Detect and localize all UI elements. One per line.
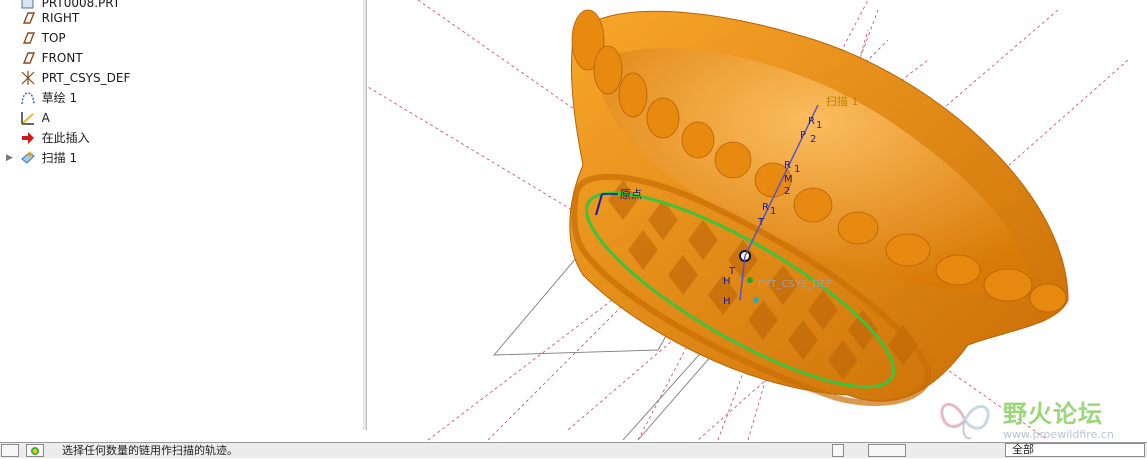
status-indicator[interactable] xyxy=(868,444,906,457)
status-bar: 选择任何数量的链用作扫描的轨迹。 全部 xyxy=(0,442,1147,458)
tree-item-csys[interactable]: PRT_CSYS_DEF xyxy=(6,69,130,87)
csys-icon xyxy=(21,71,35,85)
sweep-label: 扫描 1 xyxy=(826,94,859,108)
tree-item-label: 草绘 1 xyxy=(41,91,78,105)
csys-marker xyxy=(747,277,753,283)
constraint-1c: 1 xyxy=(770,206,776,217)
constraint-p2: P xyxy=(800,130,806,141)
datum-plane-icon xyxy=(22,52,35,64)
origin-label: 原点 xyxy=(620,188,642,201)
constraint-r1: R xyxy=(808,116,815,127)
navigator-icon xyxy=(31,447,39,455)
model-tree-panel: PRT0008.PRT RIGHT TOP FRONT PRT_CSYS_DEF… xyxy=(0,0,367,430)
forum-watermark: 野火论坛 www.proewildfire.cn xyxy=(935,392,1145,442)
watermark-title: 野火论坛 xyxy=(1003,400,1103,428)
tree-item-front[interactable]: FRONT xyxy=(6,49,83,67)
status-message: 选择任何数量的链用作扫描的轨迹。 xyxy=(62,444,238,457)
constraint-r1b: R xyxy=(784,160,791,171)
constraint-h1: H xyxy=(723,276,731,287)
tree-item-label: PRT_CSYS_DEF xyxy=(41,71,131,85)
model-render: 扫描 1 原点 PRT_CSYS_DEF R 1 P 2 R 1 M 2 R 1… xyxy=(368,0,1129,441)
axis-icon xyxy=(21,112,34,125)
constraint-t2: T xyxy=(728,266,736,277)
tree-item-label: A xyxy=(41,111,50,125)
tree-item-label: 扫描 1 xyxy=(41,151,78,165)
constraint-t1: T xyxy=(757,217,765,228)
tree-item-axis[interactable]: A xyxy=(6,109,50,127)
status-icon-button[interactable] xyxy=(26,444,44,457)
tree-item-top[interactable]: TOP xyxy=(6,29,66,47)
tree-item-insert-here[interactable]: 在此插入 xyxy=(6,129,90,147)
constraint-m2: M xyxy=(784,174,793,185)
insert-here-icon xyxy=(21,132,34,144)
constraint-h2: H xyxy=(723,296,731,307)
tree-item-label: RIGHT xyxy=(41,11,80,25)
sketch-icon xyxy=(21,92,35,105)
panel-edge[interactable] xyxy=(363,0,366,430)
graphics-viewport[interactable]: 扫描 1 原点 PRT_CSYS_DEF R 1 P 2 R 1 M 2 R 1… xyxy=(368,0,1147,442)
butterfly-logo-icon xyxy=(940,402,990,440)
csys-marker-2 xyxy=(753,297,759,303)
status-toggle-button[interactable] xyxy=(1,444,19,457)
csys-label: PRT_CSYS_DEF xyxy=(758,279,832,290)
selection-filter-select[interactable]: 全部 xyxy=(1005,443,1145,457)
datum-plane-icon xyxy=(22,12,35,24)
constraint-r1c: R xyxy=(762,202,769,213)
expand-arrow-icon[interactable]: ▶ xyxy=(6,149,16,167)
tree-item-right[interactable]: RIGHT xyxy=(6,9,79,27)
constraint-1b: 1 xyxy=(794,164,800,175)
tree-item-sweep[interactable]: ▶ 扫描 1 xyxy=(6,149,77,167)
selection-filter-value: 全部 xyxy=(1012,443,1034,456)
watermark-url: www.proewildfire.cn xyxy=(1003,428,1114,441)
datum-plane-icon xyxy=(22,32,35,44)
tree-item-sketch[interactable]: 草绘 1 xyxy=(6,89,77,107)
tree-item-label: TOP xyxy=(41,31,66,45)
status-splitter[interactable] xyxy=(832,444,844,457)
constraint-2a: 2 xyxy=(810,134,816,145)
tree-item-label: 在此插入 xyxy=(41,131,90,145)
constraint-2b: 2 xyxy=(784,186,790,197)
tree-item-label: FRONT xyxy=(41,51,83,65)
constraint-1a: 1 xyxy=(816,120,822,131)
sweep-icon xyxy=(21,151,35,164)
